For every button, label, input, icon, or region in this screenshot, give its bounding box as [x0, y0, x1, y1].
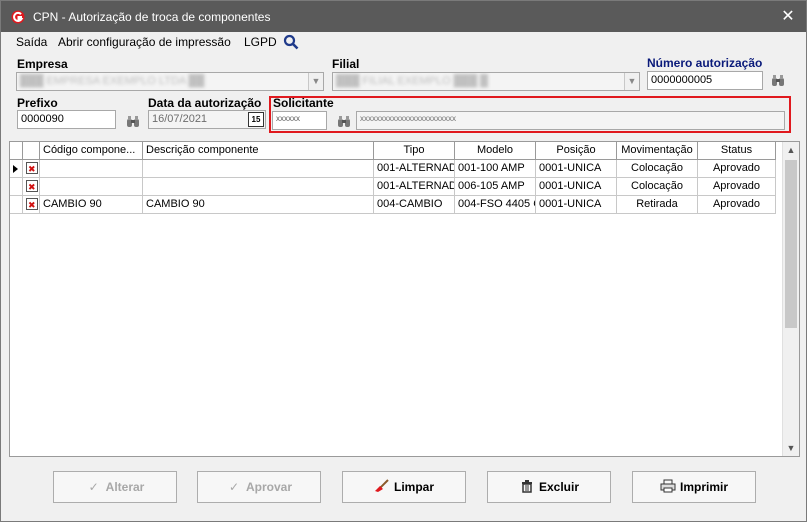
menu-lgpd[interactable]: LGPD — [244, 35, 277, 49]
aprovar-button[interactable]: ✓ Aprovar — [197, 471, 321, 503]
filial-combo[interactable]: ███ FILIAL EXEMPLO ███ █ ▼ — [332, 72, 640, 91]
menu-abrir-configuracao[interactable]: Abrir configuração de impressão — [58, 35, 231, 49]
filial-value: ███ FILIAL EXEMPLO ███ █ — [336, 75, 488, 87]
cell-status[interactable]: Aprovado — [698, 160, 776, 178]
row-indicator-cell — [10, 178, 23, 196]
col-codigo[interactable]: Código compone... — [40, 142, 143, 160]
cell-posicao[interactable]: 0001-UNICA — [536, 178, 617, 196]
row-check-cell[interactable] — [23, 160, 40, 178]
numero-autorizacao-label: Número autorização — [647, 56, 763, 70]
imprimir-button[interactable]: Imprimir — [632, 471, 756, 503]
cell-tipo[interactable]: 001-ALTERNADOR — [374, 160, 455, 178]
binoculars-icon[interactable] — [771, 75, 785, 87]
empresa-value: ███ EMPRESA EXEMPLO LTDA ██ — [20, 75, 205, 87]
cell-descricao[interactable] — [143, 160, 374, 178]
cell-movimentacao[interactable]: Colocação — [617, 178, 698, 196]
printer-icon — [660, 479, 676, 493]
row-check-cell[interactable] — [23, 178, 40, 196]
binoculars-icon[interactable] — [126, 116, 140, 128]
checkmark-icon: ✓ — [88, 480, 99, 494]
cell-movimentacao[interactable]: Retirada — [617, 196, 698, 214]
current-row-arrow-icon — [13, 165, 18, 173]
cell-posicao[interactable]: 0001-UNICA — [536, 160, 617, 178]
col-posicao[interactable]: Posição — [536, 142, 617, 160]
trash-icon — [521, 480, 532, 493]
title-bar: CPN - Autorização de troca de componente… — [1, 1, 806, 32]
components-grid: Código compone... Descrição componente T… — [9, 141, 800, 457]
window-title: CPN - Autorização de troca de componente… — [33, 10, 271, 24]
menu-bar: Saída Abrir configuração de impressão LG… — [1, 32, 806, 52]
data-autorizacao-label: Data da autorização — [148, 96, 262, 110]
cell-movimentacao[interactable]: Colocação — [617, 160, 698, 178]
close-button[interactable]: ✕ — [770, 1, 806, 32]
main-window: CPN - Autorização de troca de componente… — [0, 0, 807, 522]
cell-descricao[interactable] — [143, 178, 374, 196]
cell-modelo[interactable]: 006-105 AMP — [455, 178, 536, 196]
solicitante-highlight-box — [269, 96, 791, 133]
data-autorizacao-value: 16/07/2021 — [152, 113, 208, 125]
col-modelo[interactable]: Modelo — [455, 142, 536, 160]
cell-descricao[interactable]: CAMBIO 90 — [143, 196, 374, 214]
cell-posicao[interactable]: 0001-UNICA — [536, 196, 617, 214]
cell-codigo[interactable]: CAMBIO 90 — [40, 196, 143, 214]
remove-mark-icon[interactable] — [26, 197, 38, 214]
alterar-button[interactable]: ✓ Alterar — [53, 471, 177, 503]
table-row[interactable]: 001-ALTERNADOR 006-105 AMP 0001-UNICA Co… — [10, 178, 776, 196]
table-row[interactable]: 001-ALTERNADOR 001-100 AMP 0001-UNICA Co… — [10, 160, 776, 178]
remove-mark-icon[interactable] — [26, 179, 38, 196]
checkmark-icon: ✓ — [228, 480, 240, 494]
remove-mark-icon[interactable] — [26, 161, 38, 178]
row-indicator-cell — [10, 160, 23, 178]
limpar-button[interactable]: Limpar — [342, 471, 466, 503]
grid-header: Código compone... Descrição componente T… — [10, 142, 776, 160]
numero-autorizacao-field[interactable]: 0000000005 — [647, 71, 763, 90]
excluir-button[interactable]: Excluir — [487, 471, 611, 503]
row-indicator-cell — [10, 196, 23, 214]
scroll-thumb[interactable] — [785, 160, 797, 328]
col-status[interactable]: Status — [698, 142, 776, 160]
scroll-up-icon[interactable]: ▲ — [783, 142, 799, 158]
prefixo-label: Prefixo — [17, 96, 58, 110]
search-icon[interactable] — [283, 34, 299, 50]
chevron-down-icon[interactable]: ▼ — [624, 73, 639, 90]
row-check-cell[interactable] — [23, 196, 40, 214]
cell-status[interactable]: Aprovado — [698, 178, 776, 196]
table-row[interactable]: CAMBIO 90 CAMBIO 90 004-CAMBIO 004-FSO 4… — [10, 196, 776, 214]
empresa-combo[interactable]: ███ EMPRESA EXEMPLO LTDA ██ ▼ — [16, 72, 324, 91]
cell-codigo[interactable] — [40, 160, 143, 178]
empresa-label: Empresa — [17, 57, 68, 71]
scroll-down-icon[interactable]: ▼ — [783, 440, 799, 456]
cell-modelo[interactable]: 001-100 AMP — [455, 160, 536, 178]
broom-icon — [374, 479, 389, 492]
col-movimentacao[interactable]: Movimentação — [617, 142, 698, 160]
app-logo-icon — [11, 10, 25, 24]
calendar-icon[interactable]: 15 — [248, 112, 264, 127]
filial-label: Filial — [332, 57, 360, 71]
prefixo-field[interactable]: 0000090 — [17, 110, 116, 129]
cell-status[interactable]: Aprovado — [698, 196, 776, 214]
grid-header-indicator — [10, 142, 23, 160]
col-descricao[interactable]: Descrição componente — [143, 142, 374, 160]
cell-tipo[interactable]: 004-CAMBIO — [374, 196, 455, 214]
menu-saida[interactable]: Saída — [16, 35, 47, 49]
grid-header-check — [23, 142, 40, 160]
col-tipo[interactable]: Tipo — [374, 142, 455, 160]
cell-tipo[interactable]: 001-ALTERNADOR — [374, 178, 455, 196]
cell-codigo[interactable] — [40, 178, 143, 196]
chevron-down-icon[interactable]: ▼ — [308, 73, 323, 90]
cell-modelo[interactable]: 004-FSO 4405 C — [455, 196, 536, 214]
grid-vertical-scrollbar[interactable]: ▲ ▼ — [782, 142, 799, 456]
